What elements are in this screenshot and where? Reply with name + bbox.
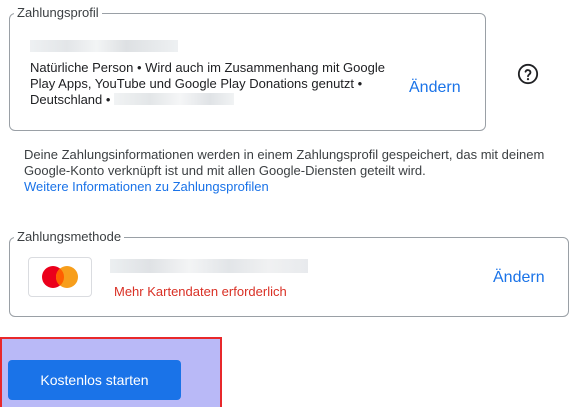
payment-profile-section: Zahlungsprofil Natürliche Person • Wird … bbox=[9, 5, 486, 131]
learn-more-link[interactable]: Weitere Informationen zu Zahlungsprofile… bbox=[24, 179, 269, 194]
change-profile-button[interactable]: Ändern bbox=[409, 78, 461, 98]
start-free-button[interactable]: Kostenlos starten bbox=[8, 360, 181, 400]
payment-method-legend: Zahlungsmethode bbox=[14, 229, 125, 245]
change-payment-method-button[interactable]: Ändern bbox=[493, 268, 545, 288]
payment-method-section: Zahlungsmethode Mehr Kartendaten erforde… bbox=[9, 229, 569, 317]
card-error-message: Mehr Kartendaten erforderlich bbox=[114, 284, 287, 299]
masked-address bbox=[114, 93, 235, 105]
info-text: Deine Zahlungsinformationen werden in ei… bbox=[24, 147, 545, 178]
payment-profile-info: Deine Zahlungsinformationen werden in ei… bbox=[24, 147, 569, 195]
payment-profile-legend: Zahlungsprofil bbox=[14, 5, 102, 21]
help-circle-icon[interactable] bbox=[517, 63, 539, 85]
masked-card-number bbox=[110, 259, 308, 273]
masked-profile-name bbox=[30, 40, 178, 52]
mastercard-icon bbox=[28, 257, 92, 297]
payment-setup-page: Zahlungsprofil Natürliche Person • Wird … bbox=[0, 0, 571, 407]
payment-profile-description: Natürliche Person • Wird auch im Zusamme… bbox=[30, 60, 390, 108]
